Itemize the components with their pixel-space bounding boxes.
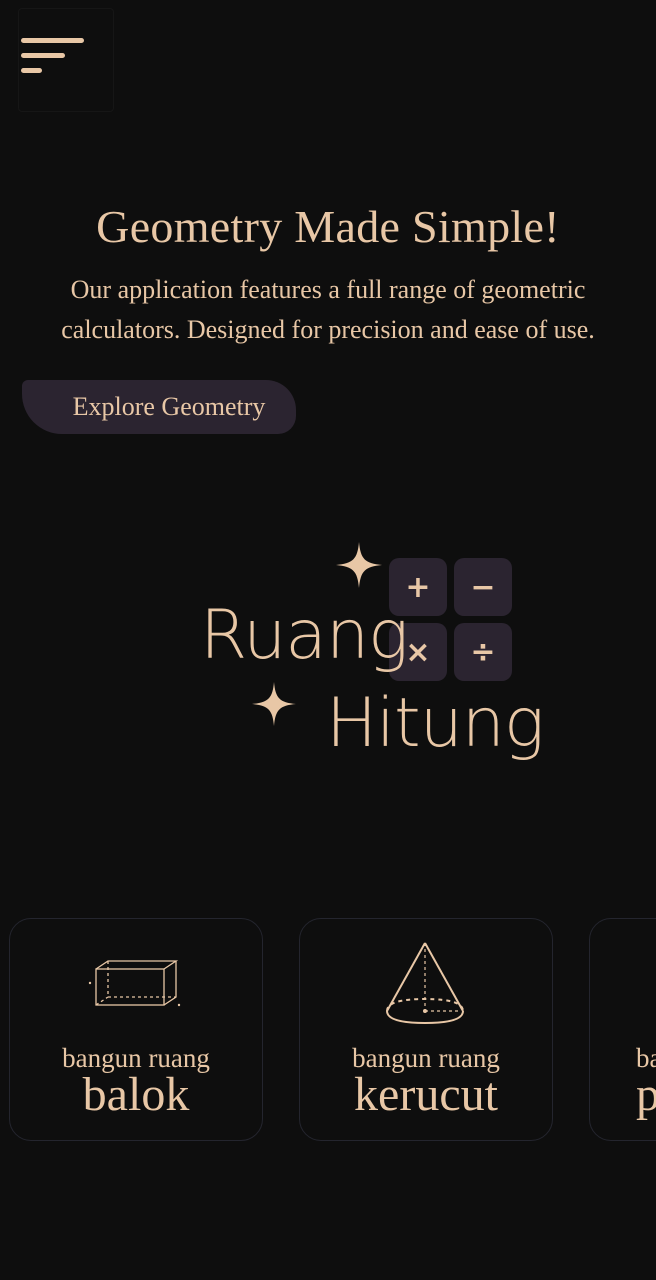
card-kerucut[interactable]: bangun ruang kerucut xyxy=(299,918,553,1141)
card-title: kerucut xyxy=(354,1068,498,1121)
explore-geometry-button[interactable]: Explore Geometry xyxy=(22,380,296,434)
page: Geometry Made Simple! Our application fe… xyxy=(0,0,656,1280)
card-title: p xyxy=(636,1067,656,1122)
menu-button[interactable] xyxy=(18,8,114,112)
logo-word-ruang: Ruang xyxy=(200,596,409,675)
hero-title: Geometry Made Simple! xyxy=(96,201,560,252)
card-partial[interactable]: ba p xyxy=(589,918,656,1141)
card-balok[interactable]: bangun ruang balok xyxy=(9,918,263,1141)
logo-word-hitung: Hitung xyxy=(326,684,545,763)
app-logo: + − × ÷ Ruang Hitung xyxy=(196,536,545,776)
hero-description: Our application features a full range of… xyxy=(61,275,595,344)
minus-key: − xyxy=(454,558,512,616)
divide-key: ÷ xyxy=(454,623,512,681)
explore-geometry-label: Explore Geometry xyxy=(72,392,266,421)
cone-icon xyxy=(386,942,464,1025)
hamburger-menu-icon xyxy=(21,38,84,73)
sparkle-icon xyxy=(252,682,296,726)
cuboid-icon xyxy=(88,960,181,1007)
sparkle-icon xyxy=(336,542,382,588)
card-title: balok xyxy=(82,1068,190,1121)
